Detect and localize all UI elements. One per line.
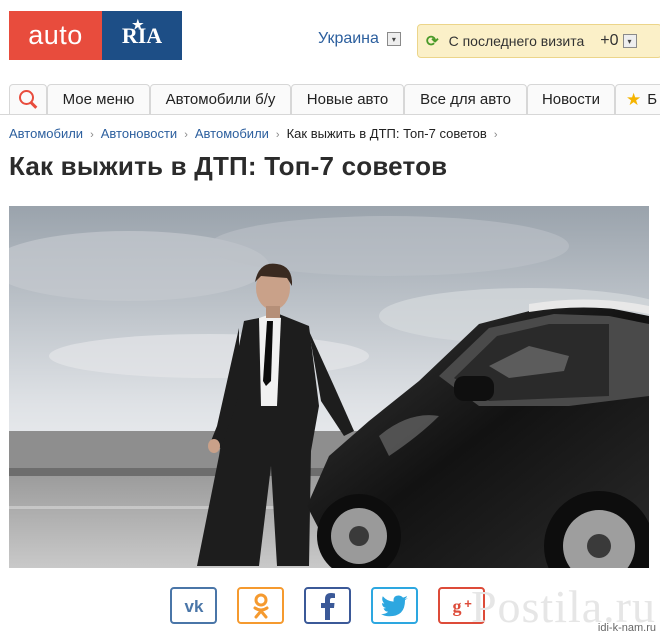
main-navigation: Мое меню Автомобили б/у Новые авто Все д… [0, 84, 660, 115]
nav-item-my-menu[interactable]: Мое меню [47, 84, 150, 114]
nav-item-label: Все для авто [420, 91, 511, 108]
breadcrumb-separator: › [275, 129, 280, 141]
breadcrumb-separator: › [493, 129, 498, 141]
man-with-car-photo [9, 206, 649, 568]
twitter-icon [380, 595, 408, 616]
nav-item-used-cars[interactable]: Автомобили б/у [150, 84, 291, 114]
breadcrumb-link-cars-category[interactable]: Автомобили [195, 126, 269, 141]
nav-item-label: Автомобили б/у [165, 91, 276, 108]
svg-text:vk: vk [184, 598, 203, 614]
breadcrumb: Автомобили › Автоновости › Автомобили › Как вы… [9, 126, 505, 141]
nav-item-bookmarks[interactable]: ★ Б [615, 84, 660, 114]
refresh-icon: ⟳ [426, 33, 439, 50]
nav-item-label: Б [647, 91, 658, 108]
watermark-url: idi-k-nam.ru [597, 622, 656, 634]
breadcrumb-separator: › [184, 129, 188, 141]
region-label: Украина [318, 30, 379, 47]
search-button[interactable] [9, 84, 47, 114]
nav-item-news[interactable]: Новости [527, 84, 615, 114]
share-facebook-button[interactable] [304, 587, 351, 624]
region-selector[interactable]: Украина ▾ [318, 30, 401, 48]
article-hero-image [9, 206, 649, 568]
nav-item-label: Новые авто [306, 91, 389, 108]
breadcrumb-current: Как выжить в ДТП: Топ-7 советов [286, 126, 487, 141]
logo-ria: ★ RIA [102, 11, 182, 60]
breadcrumb-link-cars[interactable]: Автомобили [9, 126, 83, 141]
since-last-visit-widget[interactable]: ⟳ С последнего визита +0 ▾ [417, 24, 660, 58]
share-odnoklassniki-button[interactable] [237, 587, 284, 624]
share-vk-button[interactable]: vk [170, 587, 217, 624]
nav-item-label: Новости [541, 91, 601, 108]
star-icon: ★ [132, 17, 144, 32]
logo-auto: auto [9, 11, 102, 60]
vk-icon: vk [184, 598, 203, 614]
share-twitter-button[interactable] [371, 587, 418, 624]
nav-item-label: Мое меню [62, 91, 135, 108]
star-icon: ★ [626, 89, 642, 109]
svg-text:g: g [452, 596, 461, 616]
page-title: Как выжить в ДТП: Топ-7 советов [9, 151, 448, 181]
nav-item-all-for-auto[interactable]: Все для авто [404, 84, 527, 114]
postila-watermark: Postila.ru idi-k-nam.ru [471, 580, 656, 634]
breadcrumb-link-autonews[interactable]: Автоновости [101, 126, 177, 141]
facebook-icon [320, 592, 335, 620]
visit-label: С последнего визита [448, 33, 585, 49]
odnoklassniki-icon [253, 593, 268, 618]
nav-item-new-cars[interactable]: Новые авто [291, 84, 404, 114]
search-icon [18, 90, 34, 105]
visit-count: +0 [600, 32, 619, 49]
chevron-down-icon: ▾ [386, 32, 401, 46]
chevron-down-icon: ▾ [622, 34, 637, 48]
breadcrumb-separator: › [90, 129, 94, 141]
site-logo[interactable]: auto ★ RIA [9, 11, 182, 60]
